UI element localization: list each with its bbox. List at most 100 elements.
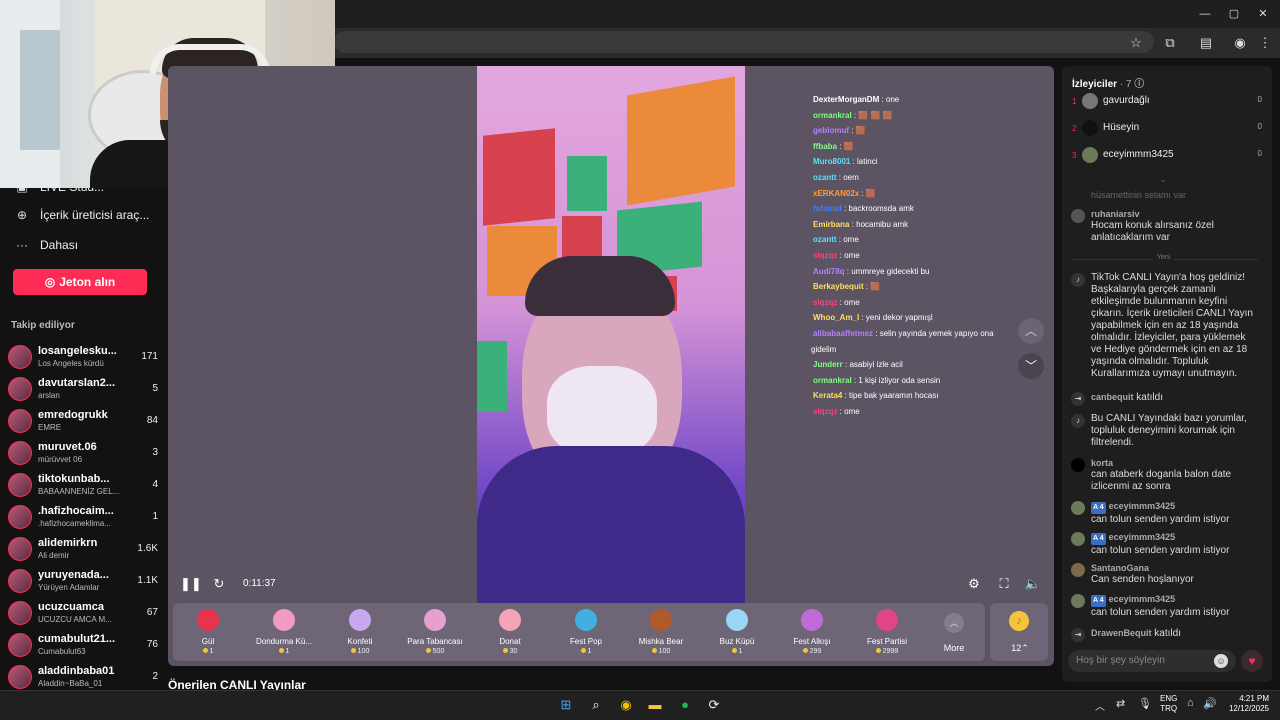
chat-text: : hocamibu amk [849, 220, 909, 229]
gift-item[interactable]: Buz Küpü 1 [702, 607, 772, 661]
following-item[interactable]: losangelesku... Los Angeles kürdü 171 [8, 342, 158, 372]
language-indicator[interactable]: ENG TRQ [1160, 694, 1177, 714]
scroll-down-button[interactable]: ﹀ [1018, 353, 1044, 379]
spotify-icon[interactable]: ● [676, 696, 694, 714]
scroll-up-button[interactable]: ︿ [1018, 318, 1044, 344]
get-coins-button[interactable]: ◎ Jeton alın [13, 269, 147, 295]
app-icon[interactable]: ⟳ [705, 696, 723, 714]
following-item[interactable]: ucuzcuamca UCUZCU AMCA M... 67 [8, 598, 158, 628]
comment-text: can tolun senden yardım istiyor [1091, 545, 1230, 556]
following-subtitle: EMRE [38, 423, 62, 432]
gift-item[interactable]: Fest Partisi 2999 [852, 607, 922, 661]
following-header: Takip ediliyor [11, 320, 75, 331]
maximize-icon[interactable]: ▢ [1225, 6, 1243, 22]
minimize-icon[interactable]: — [1196, 6, 1214, 22]
comment-user[interactable]: eceyimmm3425 [1109, 532, 1176, 542]
tray-chevron-icon[interactable]: ︿ [1095, 698, 1105, 713]
clock[interactable]: 4:21 PM 12/12/2025 [1225, 694, 1269, 714]
settings-icon[interactable]: ⚙ [965, 576, 983, 592]
viewer-row[interactable]: 1 gavurdağlı 0 [1072, 91, 1268, 115]
gift-item[interactable]: Fest Pop 1 [551, 607, 621, 661]
gift-item[interactable]: Para Tabancası 500 [400, 607, 470, 661]
following-item[interactable]: muruvet.06 mürüvvet 06 3 [8, 438, 158, 468]
viewer-rank: 3 [1072, 151, 1077, 160]
chat-input[interactable]: Hoş bir şey söyleyin [1068, 650, 1236, 672]
viewer-row[interactable]: 2 Hüseyin 0 [1072, 118, 1268, 142]
overlay-chat-line: Kerata4 : tipe bak yaaramın hocası [813, 391, 938, 400]
chevron-up-icon[interactable]: ︿ [944, 613, 964, 633]
comment-user[interactable]: ruhaniarsiv [1091, 208, 1257, 220]
following-item[interactable]: tiktokunbab... BABAANNENİZ GEL... 4 [8, 470, 158, 500]
gifts-more-button[interactable]: More [934, 643, 974, 653]
menu-kebab-icon[interactable]: ⋮ [1256, 34, 1274, 52]
avatar [8, 473, 32, 497]
chat-user: Kerata4 [813, 391, 843, 400]
gift-icon [499, 609, 521, 631]
more-dots-icon: ··· [16, 238, 28, 252]
windows-start-icon[interactable]: ⊞ [557, 696, 575, 714]
network-icon[interactable]: ⌂ [1187, 697, 1194, 709]
file-explorer-icon[interactable]: ▬ [646, 696, 664, 714]
comment-user[interactable]: SantanoGana [1091, 562, 1257, 574]
overlay-chat-line: Emirbana : hocamibu amk [813, 220, 908, 229]
following-subtitle: Los Angeles kürdü [38, 359, 104, 368]
close-icon[interactable]: ✕ [1254, 6, 1272, 22]
pause-icon[interactable]: ❚❚ [180, 576, 202, 592]
comment-user[interactable]: eceyimmm3425 [1109, 501, 1176, 511]
viewer-count: 84 [146, 415, 158, 426]
extensions-icon[interactable]: ⧉ [1161, 34, 1179, 52]
chat-user: xERKAN02x [813, 189, 860, 198]
following-name: tiktokunbab... [38, 473, 110, 485]
chrome-icon[interactable]: ◉ [617, 696, 635, 714]
info-icon[interactable]: ⓘ [1134, 79, 1144, 90]
tab-search-icon[interactable]: ▤ [1197, 34, 1215, 52]
level-badge: A 4 [1091, 502, 1106, 514]
nav-creator-tools[interactable]: ⊕ İçerik üreticisi araç... [14, 205, 149, 225]
collapse-chevron-icon[interactable]: ⌄ [1160, 175, 1167, 184]
following-item[interactable]: .hafizhocaim... .hafizhocameklima... 1 [8, 502, 158, 532]
comment-text: can tolun senden yardım istiyor [1091, 514, 1230, 525]
viewer-row[interactable]: 3 eceyimmm3425 0 [1072, 145, 1268, 169]
join-user[interactable]: DrawenBequit [1091, 628, 1152, 638]
gift-item[interactable]: Fest Alkışı 299 [777, 607, 847, 661]
profile-icon[interactable]: ◉ [1231, 34, 1249, 52]
search-icon[interactable]: ⌕ [587, 696, 605, 714]
gift-item[interactable]: Donat 30 [475, 607, 545, 661]
microphone-icon[interactable]: 🎙 [1138, 697, 1152, 710]
speaker-icon[interactable]: 🔊 [1203, 697, 1217, 710]
following-item[interactable]: davutarslan2... arslan 5 [8, 374, 158, 404]
gift-icon [197, 609, 219, 631]
join-user[interactable]: canbequit [1091, 392, 1134, 402]
following-item[interactable]: aladdinbaba01 Aladdin~BaBa_01 2 [8, 662, 158, 692]
sync-icon[interactable]: ⇄ [1116, 697, 1125, 710]
comment-user[interactable]: eceyimmm3425 [1109, 594, 1176, 604]
following-subtitle: UCUZCU AMCA M... [38, 615, 112, 624]
coin-icon: ◎ [44, 275, 56, 289]
overlay-chat-line: slqzqz : ome [813, 251, 860, 260]
nav-more[interactable]: ··· Dahası [14, 235, 78, 255]
fullscreen-icon[interactable]: ⛶ [995, 576, 1013, 592]
gift-item[interactable]: Mishka Bear 100 [626, 607, 696, 661]
following-item[interactable]: alidemirkrn Ali demir 1.6K [8, 534, 158, 564]
like-heart-icon[interactable]: ♥ [1241, 650, 1263, 672]
gift-item[interactable]: Konfeti 100 [325, 607, 395, 661]
emoji-icon[interactable]: ☺ [1214, 654, 1228, 668]
following-item[interactable]: yuruyenada... Yürüyen Adamlar 1.1K [8, 566, 158, 596]
following-subtitle: .hafizhocameklima... [38, 519, 111, 528]
gift-item[interactable]: Dondurma Kü... 1 [249, 607, 319, 661]
comment-text: Can senden hoşlanıyor [1091, 574, 1194, 585]
comment-user[interactable]: korta [1091, 457, 1257, 469]
address-bar[interactable] [334, 31, 1154, 53]
volume-icon[interactable]: 🔈 [1024, 576, 1042, 592]
chat-user: fafamuf [813, 204, 842, 213]
following-item[interactable]: emredogrukk EMRE 84 [8, 406, 158, 436]
gift-item[interactable]: Gül 1 [173, 607, 243, 661]
chat-text: : 🟫 🟫 🟫 [851, 111, 893, 120]
bookmark-star-icon[interactable]: ☆ [1127, 34, 1145, 52]
gift-price: 100 [325, 648, 395, 655]
following-name: .hafizhocaim... [38, 505, 114, 517]
comment-item: SantanoGana Can senden hoşlanıyor [1071, 562, 1257, 586]
following-item[interactable]: cumabulut21... Cumabulut63 76 [8, 630, 158, 660]
live-video[interactable] [477, 66, 745, 603]
refresh-icon[interactable]: ↻ [210, 576, 228, 592]
